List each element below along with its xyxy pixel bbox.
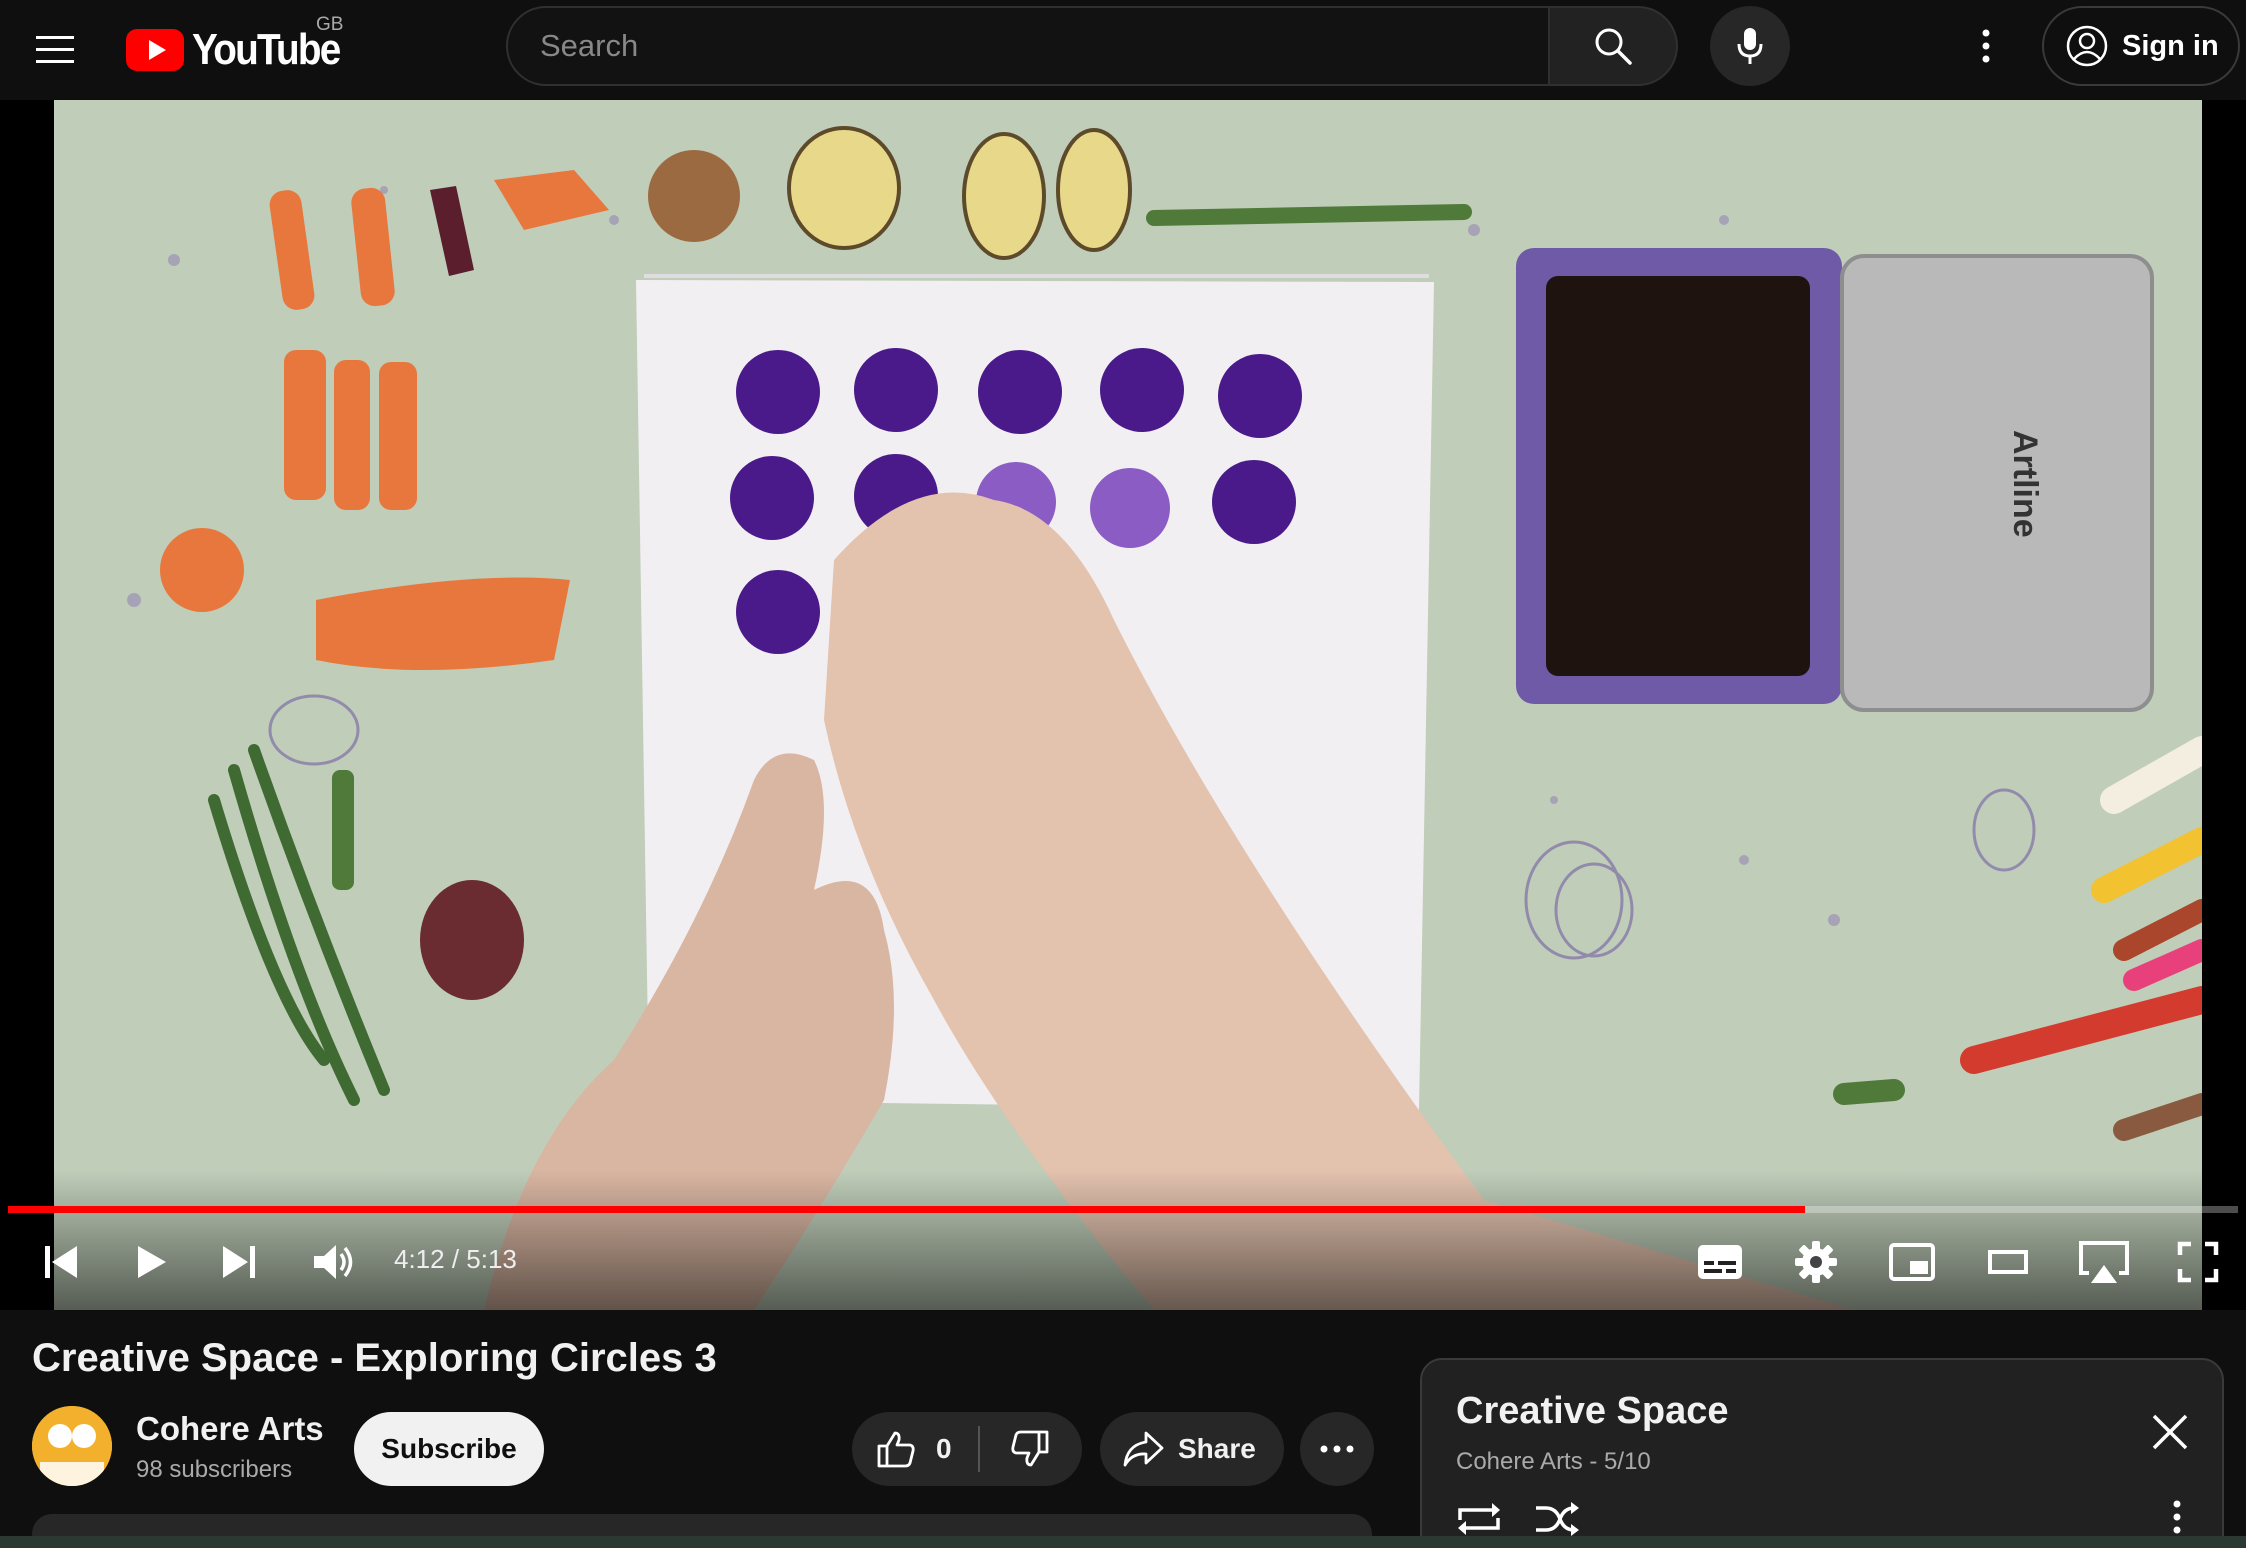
share-icon — [1123, 1431, 1164, 1467]
like-dislike-group: 0 — [852, 1412, 1082, 1486]
next-button[interactable] — [214, 1234, 264, 1290]
progress-bar[interactable] — [8, 1206, 2238, 1213]
youtube-logo[interactable]: YouTube GB — [126, 14, 360, 86]
time-display: 4:12 / 5:13 — [394, 1244, 517, 1274]
miniplayer-icon — [1889, 1243, 1935, 1281]
dislike-button[interactable] — [980, 1412, 1080, 1486]
search-icon — [1595, 28, 1632, 65]
play-icon — [138, 1246, 166, 1278]
share-button[interactable]: Share — [1100, 1412, 1284, 1486]
previous-button[interactable] — [36, 1234, 86, 1290]
bottom-edge — [0, 1536, 2246, 1548]
airplay-button[interactable] — [2074, 1234, 2134, 1290]
playlist-panel: Creative Space Cohere Arts - 5/10 — [1420, 1358, 2224, 1548]
close-icon — [2152, 1414, 2188, 1450]
volume-icon — [314, 1245, 353, 1279]
settings-more-button[interactable] — [1956, 12, 2016, 80]
menu-button[interactable] — [20, 20, 92, 80]
more-vertical-icon — [1982, 29, 1990, 63]
settings-gear-icon — [1795, 1241, 1837, 1283]
channel-avatar[interactable] — [32, 1406, 112, 1486]
channel-logo-icon — [32, 1406, 112, 1486]
previous-icon — [45, 1246, 77, 1278]
video-title: Creative Space - Exploring Circles 3 — [32, 1336, 717, 1380]
video-player[interactable]: Artline 4:12 / 5:13 — [0, 100, 2246, 1310]
loop-icon — [1458, 1503, 1500, 1535]
airplay-icon — [2079, 1241, 2129, 1283]
microphone-icon — [1737, 28, 1763, 64]
theater-mode-button[interactable] — [1980, 1234, 2036, 1290]
masthead: YouTube GB Sign in — [0, 0, 2246, 100]
sign-in-label: Sign in — [2122, 29, 2219, 62]
playlist-close-button[interactable] — [2142, 1404, 2198, 1460]
playlist-subtitle: Cohere Arts - 5/10 — [1456, 1448, 1651, 1475]
svg-text:Artline: Artline — [2006, 430, 2044, 538]
like-count: 0 — [936, 1433, 952, 1464]
more-actions-button[interactable] — [1300, 1412, 1374, 1486]
country-code: GB — [316, 14, 344, 35]
miniplayer-button[interactable] — [1884, 1234, 1940, 1290]
subscribe-button[interactable]: Subscribe — [354, 1412, 544, 1486]
playlist-title[interactable]: Creative Space — [1456, 1390, 1729, 1433]
settings-button[interactable] — [1788, 1234, 1844, 1290]
share-label: Share — [1178, 1433, 1256, 1464]
shuffle-icon — [1536, 1502, 1579, 1536]
video-frame[interactable]: Artline — [54, 100, 2202, 1310]
more-horizontal-icon — [1320, 1445, 1354, 1453]
fullscreen-button[interactable] — [2170, 1234, 2226, 1290]
account-circle-icon — [2066, 25, 2108, 67]
theater-mode-icon — [1988, 1250, 2028, 1274]
search-button[interactable] — [1550, 6, 1678, 86]
subtitles-icon — [1698, 1245, 1742, 1279]
video-frame-illustration: Artline — [54, 100, 2202, 1310]
next-icon — [223, 1246, 255, 1278]
more-vertical-icon — [2173, 1500, 2181, 1534]
channel-name[interactable]: Cohere Arts — [136, 1410, 324, 1448]
search-input[interactable] — [540, 28, 1548, 64]
subscriber-count: 98 subscribers — [136, 1456, 293, 1483]
fullscreen-icon — [2177, 1241, 2219, 1283]
voice-search-button[interactable] — [1710, 6, 1790, 86]
hamburger-menu-icon — [36, 36, 74, 63]
subtitles-button[interactable] — [1692, 1234, 1748, 1290]
thumbs-up-icon — [877, 1431, 915, 1468]
progress-played — [8, 1206, 1806, 1213]
youtube-play-logo-icon — [126, 29, 184, 71]
like-button[interactable]: 0 — [852, 1412, 978, 1486]
search-box[interactable] — [506, 6, 1550, 86]
thumbs-down-icon — [1011, 1430, 1049, 1467]
mute-button[interactable] — [306, 1234, 362, 1290]
sign-in-button[interactable]: Sign in — [2042, 6, 2240, 86]
play-button[interactable] — [126, 1234, 176, 1290]
